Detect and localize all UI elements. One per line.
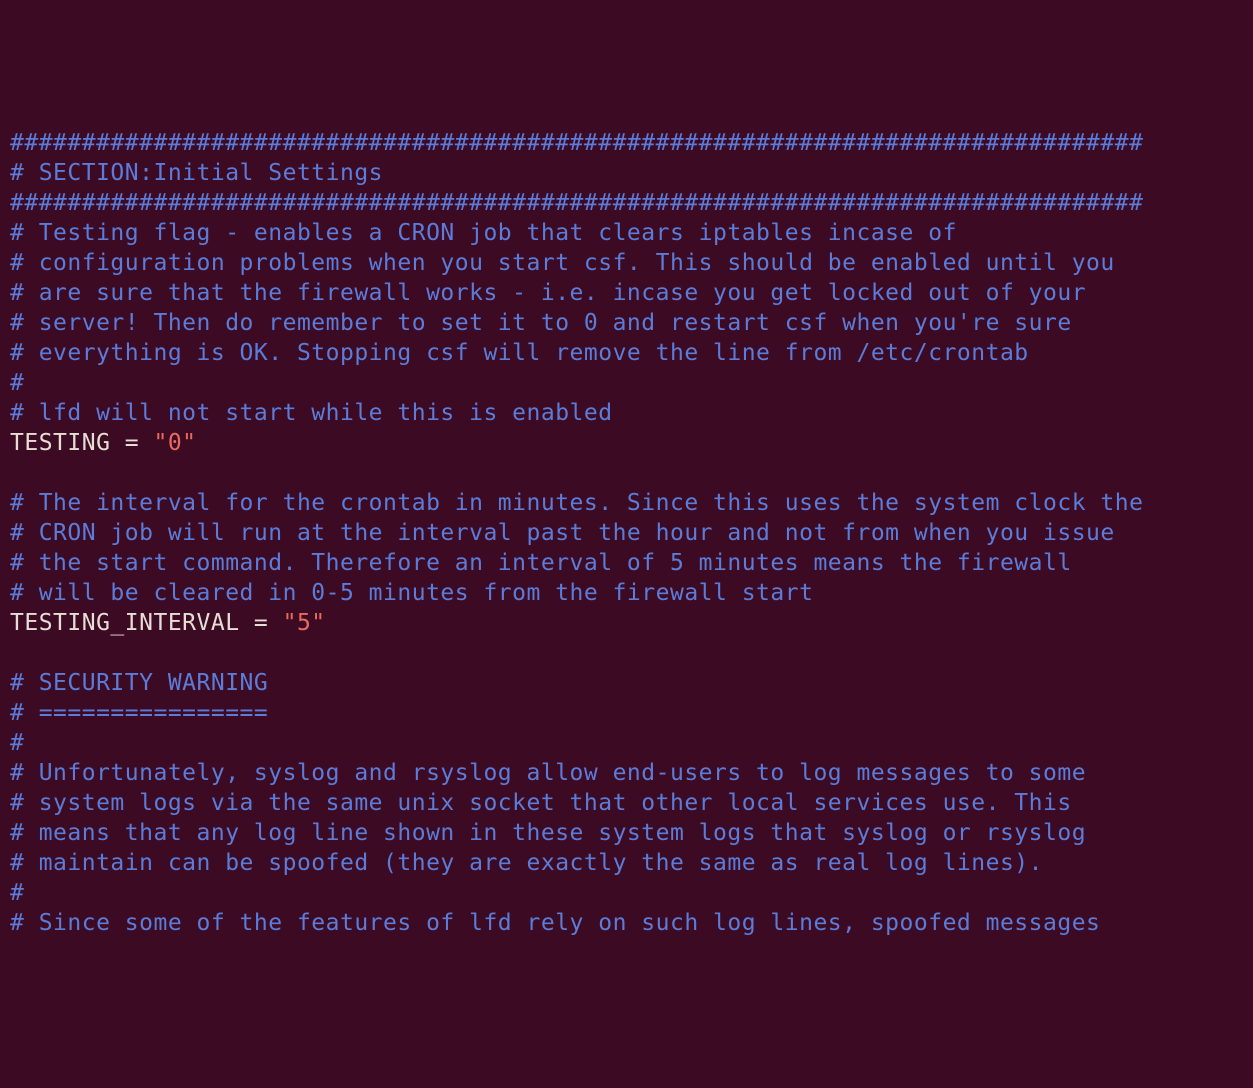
config-line[interactable]: # ================ [10,698,1243,728]
config-line[interactable]: # [10,728,1243,758]
config-line[interactable]: # [10,368,1243,398]
comment-text: # Testing flag - enables a CRON job that… [10,220,957,246]
comment-text: # the start command. Therefore an interv… [10,550,1072,576]
config-line[interactable]: # Unfortunately, syslog and rsyslog allo… [10,758,1243,788]
comment-text: # will be cleared in 0-5 minutes from th… [10,580,813,606]
config-line[interactable]: # Testing flag - enables a CRON job that… [10,218,1243,248]
comment-text: # configuration problems when you start … [10,250,1115,276]
config-line[interactable]: ########################################… [10,188,1243,218]
config-line[interactable]: # configuration problems when you start … [10,248,1243,278]
config-line[interactable]: ########################################… [10,128,1243,158]
config-line[interactable]: # everything is OK. Stopping csf will re… [10,338,1243,368]
comment-text: # The interval for the crontab in minute… [10,490,1143,516]
config-line[interactable]: # lfd will not start while this is enabl… [10,398,1243,428]
config-line[interactable]: # [10,878,1243,908]
config-line[interactable] [10,638,1243,668]
config-line[interactable]: # CRON job will run at the interval past… [10,518,1243,548]
config-key: TESTING_INTERVAL = [10,610,283,636]
comment-text: # [10,370,24,396]
config-editor-viewport[interactable]: ########################################… [10,128,1243,938]
config-line[interactable]: # will be cleared in 0-5 minutes from th… [10,578,1243,608]
comment-text: # CRON job will run at the interval past… [10,520,1115,546]
comment-text: # Unfortunately, syslog and rsyslog allo… [10,760,1086,786]
comment-text: # SECTION:Initial Settings [10,160,383,186]
config-line[interactable]: # The interval for the crontab in minute… [10,488,1243,518]
config-line[interactable]: # means that any log line shown in these… [10,818,1243,848]
config-line[interactable] [10,458,1243,488]
config-line[interactable]: # are sure that the firewall works - i.e… [10,278,1243,308]
comment-text: ########################################… [10,130,1143,156]
config-line[interactable]: # maintain can be spoofed (they are exac… [10,848,1243,878]
comment-text: # [10,880,24,906]
comment-text: # Since some of the features of lfd rely… [10,910,1100,936]
comment-text: # SECURITY WARNING [10,670,268,696]
config-line[interactable]: # Since some of the features of lfd rely… [10,908,1243,938]
config-line[interactable]: # SECTION:Initial Settings [10,158,1243,188]
config-value: "5" [283,610,326,636]
config-line[interactable]: TESTING = "0" [10,428,1243,458]
comment-text: # lfd will not start while this is enabl… [10,400,613,426]
config-value: "0" [153,430,196,456]
comment-text: # [10,730,24,756]
config-line[interactable]: # system logs via the same unix socket t… [10,788,1243,818]
comment-text: # maintain can be spoofed (they are exac… [10,850,1043,876]
comment-text: # system logs via the same unix socket t… [10,790,1072,816]
comment-text: # are sure that the firewall works - i.e… [10,280,1086,306]
config-line[interactable]: # the start command. Therefore an interv… [10,548,1243,578]
config-line[interactable]: # SECURITY WARNING [10,668,1243,698]
comment-text: # server! Then do remember to set it to … [10,310,1072,336]
comment-text: ########################################… [10,190,1143,216]
comment-text: # ================ [10,700,268,726]
config-key: TESTING = [10,430,153,456]
comment-text: # means that any log line shown in these… [10,820,1086,846]
config-line[interactable]: TESTING_INTERVAL = "5" [10,608,1243,638]
comment-text: # everything is OK. Stopping csf will re… [10,340,1029,366]
config-line[interactable]: # server! Then do remember to set it to … [10,308,1243,338]
